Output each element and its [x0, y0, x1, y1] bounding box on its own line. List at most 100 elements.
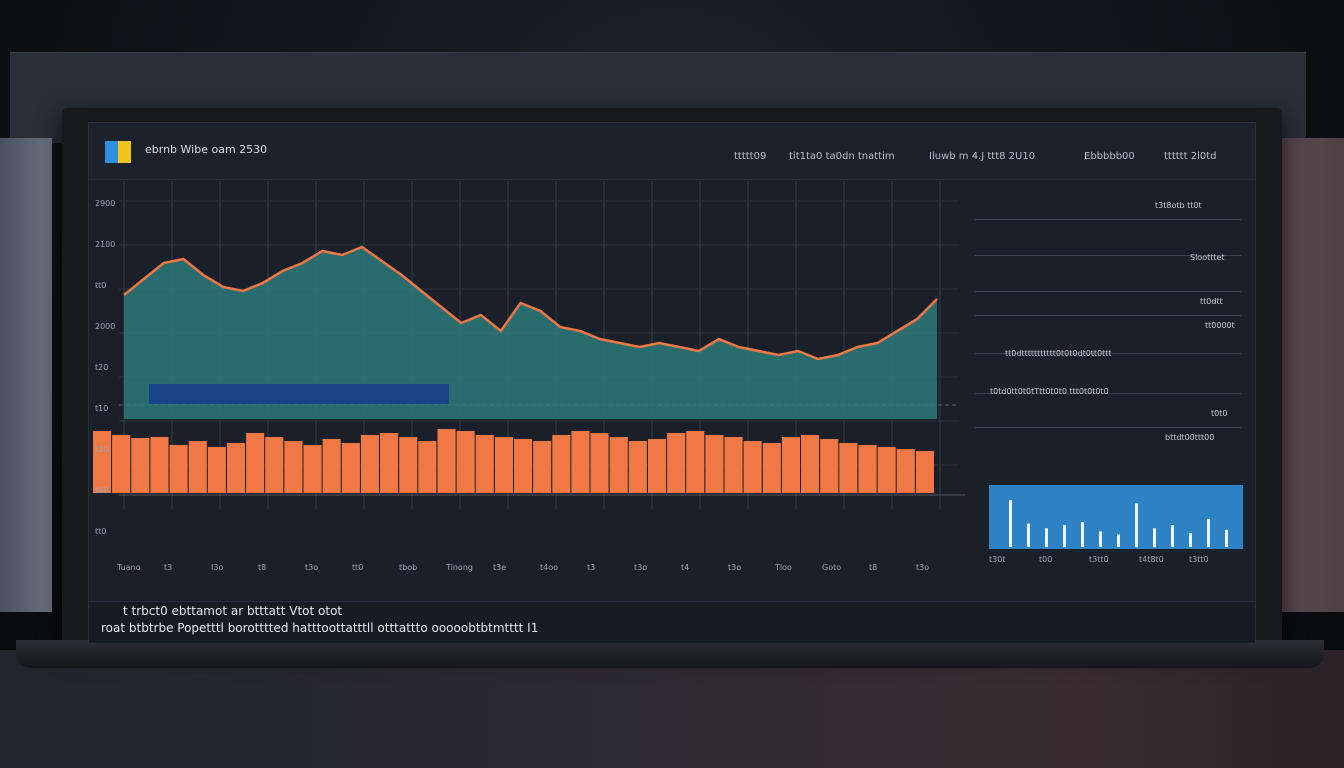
x-tick-label: t8 [869, 563, 878, 572]
volume-bar [322, 439, 341, 493]
mini-bar [1207, 518, 1210, 547]
monitor-base [16, 640, 1324, 668]
x-tick-label: t8 [258, 563, 267, 572]
topbar-item-3[interactable]: Iluwb m 4.J ttt8 2U10 [929, 151, 1035, 162]
x-tick-label: t4oo [540, 563, 559, 572]
x-tick-label: t3o [634, 563, 648, 572]
volume-bar [533, 441, 552, 493]
volume-bar [246, 433, 265, 493]
x-tick-label: t3 [164, 563, 173, 572]
mini-bar [1117, 534, 1120, 547]
volume-bar [820, 439, 839, 493]
volume-bar [514, 439, 533, 493]
mini-bar [1225, 529, 1228, 547]
volume-bar [380, 433, 399, 493]
mini-bar [1063, 525, 1066, 547]
x-tick-label: Tuano [117, 563, 141, 572]
app-title: ebrnb Wibe oam 2530 [145, 143, 268, 156]
topbar-item-2[interactable]: tit1ta0 ta0dn tnattim [789, 151, 895, 162]
volume-bar [494, 437, 513, 493]
volume-bar [131, 438, 150, 493]
y-tick-label: 2000 [95, 322, 116, 331]
volume-bar [552, 435, 571, 493]
mini-bar [1153, 528, 1156, 548]
volume-bar [724, 437, 743, 493]
y-tick-label: t10 [95, 404, 109, 413]
topbar-item-5[interactable]: tttttt 2l0td [1164, 151, 1216, 162]
y-tick-label: tt0 [95, 281, 107, 290]
mini-chart-label: t3tt0 [1089, 555, 1109, 564]
mini-bar [1171, 525, 1174, 547]
right-label-4: tt0000t [1205, 321, 1235, 330]
volume-bar [150, 437, 169, 493]
volume-bar [915, 451, 934, 493]
volume-bar [648, 439, 667, 493]
x-tick-label: tt0 [352, 563, 364, 572]
mini-bar [1099, 531, 1102, 547]
left-side-panel [0, 138, 52, 612]
app-logo-icon [105, 141, 131, 163]
volume-bar [303, 445, 322, 493]
series-band [149, 384, 449, 404]
right-label-6: t0td0tt0t0tTtt0t0t0 ttt0t0t0t0 [990, 387, 1109, 396]
volume-bar [227, 443, 246, 493]
y-tick-label: tt0 [95, 527, 107, 536]
topbar-item-4[interactable]: Ebbbbb00 [1084, 151, 1135, 162]
volume-bar [609, 437, 628, 493]
right-label-3: tt0dtt [1200, 297, 1223, 306]
x-tick-label: t3e [493, 563, 507, 572]
volume-bar [399, 437, 418, 493]
volume-bar [743, 441, 762, 493]
volume-bar [418, 441, 437, 493]
y-tick-label: t20 [95, 363, 109, 372]
volume-bar [284, 441, 303, 493]
mini-bar [1135, 503, 1138, 548]
mini-chart-label: t3tt0 [1189, 555, 1209, 564]
mini-bar [1027, 523, 1030, 547]
right-label-5: tt0dttttttttttt0t0t0dt0tt0ttt [1005, 349, 1112, 358]
x-tick-label: t4 [681, 563, 690, 572]
y-tick-label: 2100 [95, 240, 116, 249]
right-label-7: t0t0 [1211, 409, 1228, 418]
volume-bar [360, 435, 379, 493]
x-tick-label: tbob [399, 563, 418, 572]
volume-bar [896, 449, 915, 493]
volume-bar [207, 447, 226, 493]
volume-bar [475, 435, 494, 493]
footer-bar: t trbct0 ebttamot ar btttatt Vtot otot r… [89, 601, 1255, 643]
mini-bar [1081, 522, 1084, 547]
y-tick-label: t20 [95, 445, 109, 454]
x-tick-label: t3o [916, 563, 930, 572]
volume-bar [839, 443, 858, 493]
footer-line-2: roat btbtrbe Popetttl borotttted hatttoo… [101, 621, 539, 635]
mini-chart-label: t30t [989, 555, 1006, 564]
y-tick-label: t60 [95, 486, 109, 495]
volume-bar [686, 431, 705, 493]
x-tick-label: Tloo [775, 563, 792, 572]
volume-bar [169, 445, 188, 493]
mini-chart-label: t4t8t0 [1139, 555, 1164, 564]
main-chart [93, 181, 965, 509]
mini-bar [1009, 500, 1012, 547]
volume-bar [877, 447, 896, 493]
volume-bar [858, 445, 877, 493]
volume-bar [801, 435, 820, 493]
mini-bar [1045, 528, 1048, 548]
volume-bar [93, 431, 112, 493]
volume-bar [341, 443, 360, 493]
volume-bar [456, 431, 475, 493]
topbar-item-1[interactable]: ttttt09 [734, 151, 766, 162]
mini-bar-chart [989, 485, 1243, 549]
x-tick-label: t3o [728, 563, 742, 572]
volume-bar [628, 441, 647, 493]
volume-bar [590, 433, 609, 493]
right-side-panel [1278, 138, 1344, 612]
top-bar: ebrnb Wibe oam 2530 ttttt09 tit1ta0 ta0d… [89, 123, 1255, 180]
right-label-8: bttdt00ttt00 [1165, 433, 1215, 442]
right-label-2: Slootttet [1190, 253, 1225, 262]
volume-bar [188, 441, 207, 493]
volume-bar [762, 443, 781, 493]
mini-bar [1189, 532, 1192, 547]
x-tick-label: t3 [587, 563, 596, 572]
volume-bar [112, 435, 131, 493]
